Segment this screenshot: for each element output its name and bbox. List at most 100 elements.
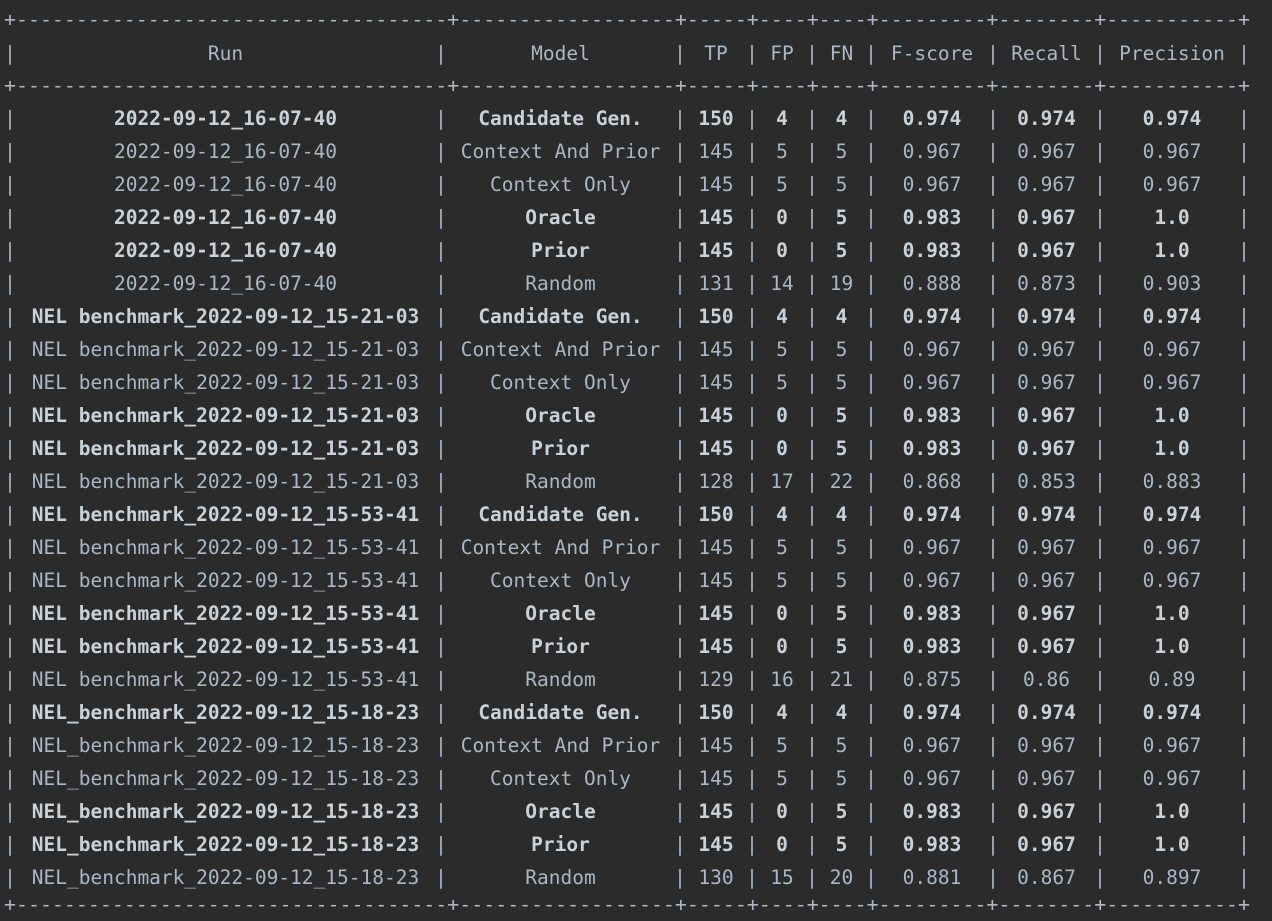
cell-tp: 150 (698, 107, 734, 130)
cell-model: Random (525, 272, 596, 295)
cell-tp: 145 (698, 338, 734, 361)
cell-fn: 19 (829, 272, 854, 295)
cell-precision: 0.974 (1142, 503, 1202, 526)
cell-recall: 0.974 (1017, 107, 1076, 130)
cell-recall: 0.967 (1017, 371, 1076, 394)
cell-run: NEL benchmark_2022-09-12_15-21-03 (31, 305, 420, 328)
cell-f-score: 0.974 (902, 503, 962, 526)
cell-run: NEL_benchmark_2022-09-12_15-18-23 (31, 701, 420, 724)
cell-fp: 14 (770, 272, 794, 295)
cell-recall: 0.967 (1017, 536, 1076, 559)
cell-fp: 5 (776, 173, 788, 196)
cell-f-score: 0.983 (902, 437, 962, 460)
cell-tp: 145 (698, 404, 734, 427)
cell-tp: 145 (698, 734, 734, 757)
header-recall: Recall (1011, 42, 1082, 65)
cell-recall: 0.86 (1023, 668, 1070, 691)
cell-recall: 0.967 (1017, 569, 1076, 592)
cell-precision: 1.0 (1154, 602, 1190, 625)
cell-fn: 5 (835, 734, 848, 757)
cell-recall: 0.967 (1017, 734, 1076, 757)
cell-precision: 0.967 (1142, 371, 1202, 394)
cell-f-score: 0.868 (902, 470, 962, 493)
header-fn: FN (829, 42, 854, 65)
cell-model: Context Only (490, 371, 631, 394)
header-model: Model (531, 42, 590, 65)
cell-f-score: 0.967 (902, 569, 962, 592)
cell-tp: 145 (698, 173, 734, 196)
table-row: | | | | | | | | | NEL benchmark_2022-09-12_15-21-… (0, 399, 1272, 432)
cell-recall: 0.967 (1017, 140, 1076, 163)
cell-run: 2022-09-12_16-07-40 (113, 173, 338, 196)
cell-fn: 20 (829, 866, 854, 889)
table-row: | | | | | | | | | NEL benchmark_2022-09-12_15-21-… (0, 300, 1272, 333)
cell-f-score: 0.974 (902, 305, 962, 328)
cell-f-score: 0.983 (902, 833, 962, 856)
header-tp: TP (704, 42, 728, 65)
cell-fp: 0 (776, 404, 788, 427)
cell-run: NEL_benchmark_2022-09-12_15-18-23 (31, 800, 420, 823)
cell-run: NEL benchmark_2022-09-12_15-53-41 (31, 569, 420, 592)
cell-recall: 0.967 (1017, 404, 1076, 427)
table-row: | | | | | | | | | 2022-09-12_16-07-40 Candidate Ge… (0, 102, 1272, 135)
cell-tp: 145 (698, 206, 734, 229)
cell-model: Context Only (490, 767, 631, 790)
cell-fp: 17 (770, 470, 794, 493)
cell-tp: 145 (698, 767, 734, 790)
cell-run: NEL benchmark_2022-09-12_15-21-03 (31, 338, 420, 361)
table-top-border: +------------------------------------+--… (4, 8, 1250, 31)
table-bottom-border: +------------------------------------+--… (4, 893, 1250, 916)
cell-run: NEL benchmark_2022-09-12_15-21-03 (31, 437, 420, 460)
table-row: | | | | | | | | | NEL_benchmark_2022-09-12_15-18-… (0, 861, 1272, 894)
cell-f-score: 0.888 (902, 272, 962, 295)
table-row: | | | | | | | | | 2022-09-12_16-07-40 Context Only… (0, 168, 1272, 201)
cell-fp: 5 (776, 536, 788, 559)
cell-run: NEL benchmark_2022-09-12_15-53-41 (31, 536, 420, 559)
cell-model: Context And Prior (460, 734, 661, 757)
table-row: | | | | | | | | | 2022-09-12_16-07-40 Oracle 145 0 5 0… (0, 201, 1272, 234)
cell-f-score: 0.967 (902, 371, 962, 394)
cell-f-score: 0.967 (902, 338, 962, 361)
cell-run: 2022-09-12_16-07-40 (113, 107, 338, 130)
cell-f-score: 0.983 (902, 635, 962, 658)
cell-recall: 0.967 (1017, 833, 1076, 856)
cell-model: Candidate Gen. (478, 503, 643, 526)
cell-precision: 1.0 (1154, 404, 1190, 427)
cell-tp: 145 (698, 371, 734, 394)
cell-fp: 0 (776, 635, 788, 658)
cell-fn: 5 (835, 536, 848, 559)
cell-fn: 5 (835, 206, 848, 229)
cell-fn: 4 (835, 701, 848, 724)
table-row: | | | | | | | | | NEL_benchmark_2022-09-12_15-18-… (0, 828, 1272, 861)
cell-run: 2022-09-12_16-07-40 (113, 272, 338, 295)
table-row: | | | | | | | | | NEL_benchmark_2022-09-12_15-18-… (0, 696, 1272, 729)
cell-fp: 0 (776, 602, 788, 625)
cell-tp: 145 (698, 569, 734, 592)
table-row: | | | | | | | | | 2022-09-12_16-07-40 Random 131 14 1… (0, 267, 1272, 300)
cell-fp: 0 (776, 800, 788, 823)
table-row: | | | | | | | | | NEL benchmark_2022-09-12_15-21-… (0, 432, 1272, 465)
cell-run: NEL benchmark_2022-09-12_15-53-41 (31, 602, 420, 625)
cell-f-score: 0.974 (902, 107, 962, 130)
cell-precision: 0.967 (1142, 767, 1202, 790)
cell-fp: 4 (776, 305, 788, 328)
table-header-separator: +------------------------------------+--… (4, 74, 1250, 97)
cell-fp: 5 (776, 338, 788, 361)
cell-model: Context And Prior (460, 536, 661, 559)
table-row: | | | | | | | | | NEL benchmark_2022-09-12_15-53-… (0, 597, 1272, 630)
cell-model: Prior (531, 437, 590, 460)
cell-run: NEL benchmark_2022-09-12_15-21-03 (31, 470, 420, 493)
cell-tp: 150 (698, 701, 734, 724)
cell-precision: 0.974 (1142, 305, 1202, 328)
cell-fn: 5 (835, 800, 848, 823)
cell-tp: 150 (698, 305, 734, 328)
table-row: | | | | | | | | | NEL benchmark_2022-09-12_15-53-… (0, 630, 1272, 663)
cell-recall: 0.974 (1017, 305, 1076, 328)
cell-run: 2022-09-12_16-07-40 (113, 140, 338, 163)
cell-fn: 5 (835, 371, 848, 394)
cell-model: Prior (531, 635, 590, 658)
cell-recall: 0.974 (1017, 701, 1076, 724)
cell-fn: 5 (835, 602, 848, 625)
cell-f-score: 0.967 (902, 734, 962, 757)
cell-recall: 0.967 (1017, 800, 1076, 823)
